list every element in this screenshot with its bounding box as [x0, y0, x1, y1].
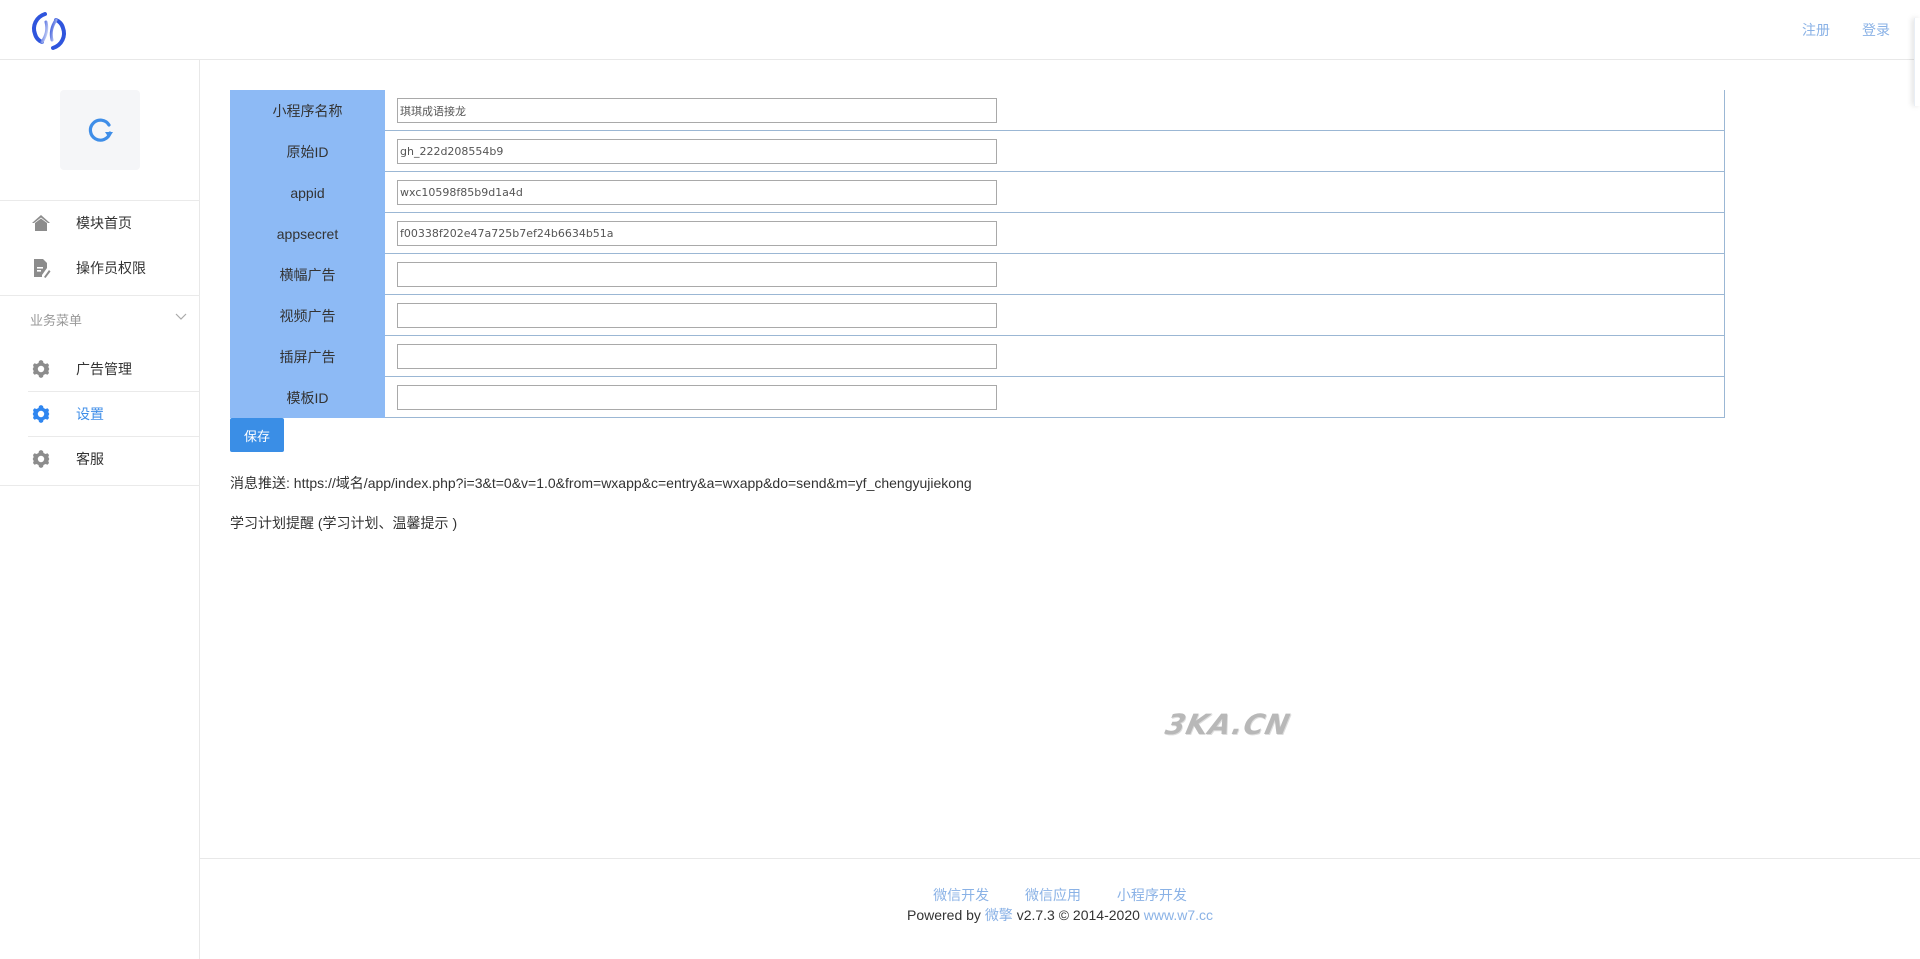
register-link[interactable]: 注册 [1802, 20, 1830, 40]
sidebar-divider [0, 485, 200, 486]
gear-icon [31, 404, 51, 424]
login-link[interactable]: 登录 [1862, 20, 1890, 40]
powered-prefix: Powered by [907, 907, 981, 923]
chevron-down-icon[interactable] [174, 310, 188, 324]
form-cell [385, 254, 1725, 295]
brand-link[interactable]: 微擎 [985, 907, 1013, 923]
template-id-input[interactable] [397, 385, 997, 410]
form-row-interstitial-ad: 插屏广告 [230, 336, 1725, 377]
form-row-appid: appid [230, 172, 1725, 213]
form-row-video-ad: 视频广告 [230, 295, 1725, 336]
interstitial-ad-input[interactable] [397, 344, 997, 369]
gear-icon [31, 449, 51, 469]
form-cell [385, 213, 1725, 254]
sidebar: 模块首页 操作员权限 业务菜单 广告管理 设置 客服 [0, 60, 200, 959]
banner-ad-input[interactable] [397, 262, 997, 287]
powered-by: Powered by 微擎 v2.7.3 © 2014-2020 www.w7.… [200, 905, 1920, 925]
form-cell [385, 90, 1725, 131]
gear-icon [31, 359, 51, 379]
sidebar-divider [0, 295, 200, 296]
form-label: appid [230, 172, 385, 213]
form-cell [385, 377, 1725, 418]
form-label: 视频广告 [230, 295, 385, 336]
form-cell [385, 172, 1725, 213]
top-header: 注册 登录 [0, 0, 1920, 60]
form-row-miniprogram-name: 小程序名称 [230, 90, 1725, 131]
save-button[interactable]: 保存 [230, 418, 284, 452]
version-copyright: v2.7.3 © 2014-2020 [1017, 907, 1140, 923]
sidebar-item-module-home[interactable]: 模块首页 [0, 201, 199, 245]
form-label: 插屏广告 [230, 336, 385, 377]
document-edit-icon [31, 258, 51, 278]
appsecret-input[interactable] [397, 221, 997, 246]
appid-input[interactable] [397, 180, 997, 205]
sidebar-item-label: 客服 [76, 449, 104, 469]
sidebar-item-ad-management[interactable]: 广告管理 [0, 347, 199, 391]
swirl-logo-icon[interactable] [28, 10, 70, 52]
sidebar-item-label: 广告管理 [76, 359, 132, 379]
home-icon [31, 213, 51, 233]
form-row-banner-ad: 横幅广告 [230, 254, 1725, 295]
form-label: 横幅广告 [230, 254, 385, 295]
form-row-template-id: 模板ID [230, 377, 1725, 418]
module-icon-box[interactable] [60, 90, 140, 170]
form-cell [385, 336, 1725, 377]
message-push-url: 消息推送: https://域名/app/index.php?i=3&t=0&v… [230, 473, 972, 493]
footer: 微信开发 微信应用 小程序开发 Powered by 微擎 v2.7.3 © 2… [200, 858, 1920, 959]
side-drawer-handle[interactable] [1914, 18, 1920, 106]
sidebar-item-customer-service[interactable]: 客服 [0, 437, 199, 481]
form-row-appsecret: appsecret [230, 213, 1725, 254]
original-id-input[interactable] [397, 139, 997, 164]
header-links: 注册 登录 [1802, 0, 1890, 60]
form-label: appsecret [230, 213, 385, 254]
footer-links: 微信开发 微信应用 小程序开发 [200, 885, 1920, 905]
sidebar-item-label: 模块首页 [76, 213, 132, 233]
watermark-text: 3KA.CN [1162, 708, 1293, 741]
form-label: 模板ID [230, 377, 385, 418]
business-menu-header[interactable]: 业务菜单 [30, 310, 82, 329]
form-row-original-id: 原始ID [230, 131, 1725, 172]
video-ad-input[interactable] [397, 303, 997, 328]
refresh-icon [83, 113, 117, 147]
footer-link-wechat-apps[interactable]: 微信应用 [1025, 887, 1081, 903]
sidebar-item-settings[interactable]: 设置 [0, 392, 199, 436]
site-link[interactable]: www.w7.cc [1144, 907, 1213, 923]
study-plan-reminder: 学习计划提醒 (学习计划、温馨提示 ) [230, 513, 457, 533]
form-label: 小程序名称 [230, 90, 385, 131]
footer-link-wechat-dev[interactable]: 微信开发 [933, 887, 989, 903]
sidebar-item-label: 操作员权限 [76, 258, 146, 278]
sidebar-item-label: 设置 [76, 404, 104, 424]
footer-link-miniprogram-dev[interactable]: 小程序开发 [1117, 887, 1187, 903]
sidebar-item-operator-permissions[interactable]: 操作员权限 [0, 246, 199, 290]
form-cell [385, 131, 1725, 172]
miniprogram-name-input[interactable] [397, 98, 997, 123]
form-cell [385, 295, 1725, 336]
form-label: 原始ID [230, 131, 385, 172]
